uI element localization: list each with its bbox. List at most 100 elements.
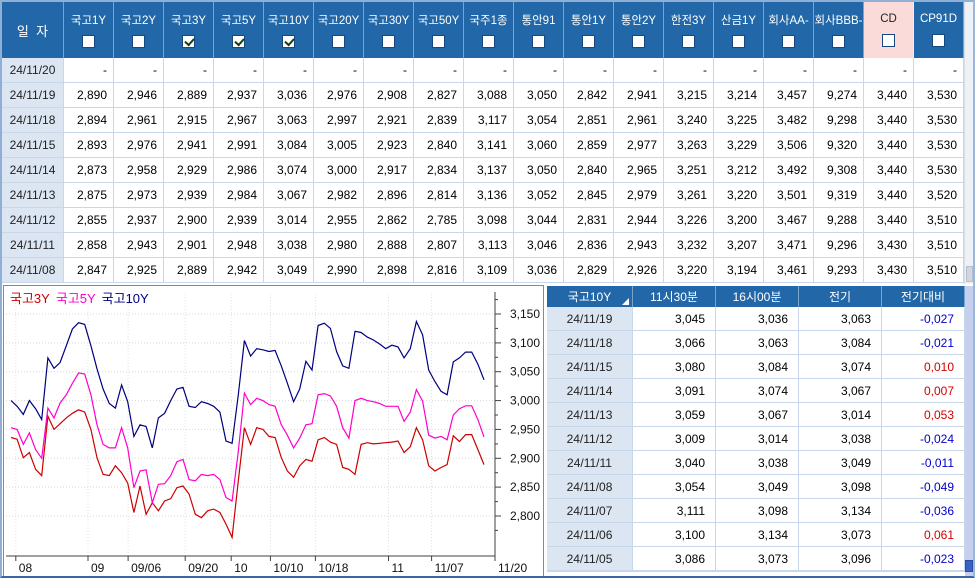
yield-cell: 2,831 <box>564 208 614 232</box>
column-checkbox-국고5Y[interactable] <box>232 35 245 48</box>
column-checkbox-국고20Y[interactable] <box>332 35 345 48</box>
svg-text:10/18: 10/18 <box>318 561 348 575</box>
scrollbar-thumb[interactable] <box>965 560 973 572</box>
column-header-통안2Y: 통안2Y <box>614 2 664 58</box>
yield-cell: 2,946 <box>114 83 164 107</box>
quote-header-4[interactable]: 전기대비 <box>882 286 965 307</box>
column-label: 국고50Y <box>417 15 460 27</box>
column-header-국고30Y: 국고30Y <box>364 2 414 58</box>
quote-row[interactable]: 24/11/05 3,086 3,073 3,096 -0,023 <box>547 547 965 571</box>
quote-row[interactable]: 24/11/08 3,054 3,049 3,098 -0,049 <box>547 475 965 499</box>
yield-cell: - <box>664 58 714 82</box>
svg-text:2,950: 2,950 <box>510 422 540 436</box>
yield-chart-panel: 국고3Y 국고5Y 국고10Y 3,150 3,100 3,050 3,000 2,950 2… <box>3 285 544 576</box>
quote-cell: 3,074 <box>799 355 882 378</box>
scrollbar-thumb[interactable] <box>966 266 973 282</box>
column-checkbox-국고2Y[interactable] <box>132 35 145 48</box>
table-row[interactable]: 24/11/14 2,873 2,958 2,929 2,986 3,074 3,000 2… <box>2 158 964 183</box>
quote-header-2[interactable]: 16시00분 <box>716 286 799 307</box>
row-date: 24/11/06 <box>547 523 633 546</box>
column-checkbox-국고1Y[interactable] <box>82 35 95 48</box>
table-row[interactable]: 24/11/11 2,858 2,943 2,901 2,948 3,038 2,980 2… <box>2 233 964 258</box>
table-row[interactable]: 24/11/13 2,875 2,973 2,939 2,984 3,067 2,982 2… <box>2 183 964 208</box>
quote-row[interactable]: 24/11/15 3,080 3,084 3,074 0,010 <box>547 355 965 379</box>
yield-cell: 2,915 <box>164 108 214 132</box>
column-checkbox-국고3Y[interactable] <box>182 35 195 48</box>
svg-text:09/20: 09/20 <box>188 561 218 575</box>
table-row[interactable]: 24/11/08 2,847 2,925 2,889 2,942 3,049 2,990 2… <box>2 258 964 283</box>
row-date: 24/11/14 <box>2 158 64 182</box>
column-checkbox-회사AA-[interactable] <box>782 35 795 48</box>
quote-row[interactable]: 24/11/06 3,100 3,134 3,073 0,061 <box>547 523 965 547</box>
yield-cell: - <box>614 58 664 82</box>
yield-cell: - <box>514 58 564 82</box>
yield-cell: 3,084 <box>264 133 314 157</box>
svg-text:10/10: 10/10 <box>273 561 303 575</box>
quote-row[interactable]: 24/11/11 3,040 3,038 3,049 -0,011 <box>547 451 965 475</box>
yield-cell: 3,440 <box>864 108 914 132</box>
column-header-회사AA-: 회사AA- <box>764 2 814 58</box>
sort-indicator-icon <box>622 298 629 305</box>
yield-cell: 3,220 <box>714 183 764 207</box>
quote-row[interactable]: 24/11/07 3,111 3,098 3,134 -0,036 <box>547 499 965 523</box>
quote-cell: 3,054 <box>633 475 716 498</box>
quote-row[interactable]: 24/11/12 3,009 3,014 3,038 -0,024 <box>547 427 965 451</box>
quote-row[interactable]: 24/11/14 3,091 3,074 3,067 0,007 <box>547 379 965 403</box>
change-cell: -0,021 <box>882 331 965 354</box>
column-header-한전3Y: 한전3Y <box>664 2 714 58</box>
column-checkbox-CD[interactable] <box>882 33 895 47</box>
table-row[interactable]: 24/11/15 2,893 2,976 2,941 2,991 3,084 3,005 2… <box>2 133 964 158</box>
top-table-scrollbar[interactable] <box>964 2 973 284</box>
yield-cell: 3,430 <box>864 258 914 282</box>
column-checkbox-통안91[interactable] <box>532 35 545 48</box>
row-date: 24/11/08 <box>2 258 64 282</box>
quote-header-3[interactable]: 전기 <box>799 286 882 307</box>
column-checkbox-국고10Y[interactable] <box>282 35 295 48</box>
yield-cell: 3,088 <box>464 83 514 107</box>
yield-cell: 2,901 <box>164 233 214 257</box>
table-row[interactable]: 24/11/12 2,855 2,937 2,900 2,939 3,014 2,955 2… <box>2 208 964 233</box>
column-label: 통안91 <box>521 15 556 27</box>
quote-cell: 3,059 <box>633 403 716 426</box>
column-checkbox-통안1Y[interactable] <box>582 35 595 48</box>
column-checkbox-국고50Y[interactable] <box>432 35 445 48</box>
change-cell: 0,007 <box>882 379 965 402</box>
yield-cell: 3,530 <box>914 133 964 157</box>
yield-cell: 3,492 <box>764 158 814 182</box>
yield-cell: - <box>814 58 864 82</box>
quote-row[interactable]: 24/11/13 3,059 3,067 3,014 0,053 <box>547 403 965 427</box>
table-row[interactable]: 24/11/20 ------------------ <box>2 58 964 83</box>
change-cell: -0,011 <box>882 451 965 474</box>
yield-cell: 9,293 <box>814 258 864 282</box>
column-checkbox-한전3Y[interactable] <box>682 35 695 48</box>
column-checkbox-회사BBB-[interactable] <box>832 35 845 48</box>
column-label: CD <box>880 13 897 26</box>
table-row[interactable]: 24/11/18 2,894 2,961 2,915 2,967 3,063 2,997 2… <box>2 108 964 133</box>
column-checkbox-통안2Y[interactable] <box>632 35 645 48</box>
quote-row[interactable]: 24/11/18 3,066 3,063 3,084 -0,021 <box>547 331 965 355</box>
yield-cell: 2,858 <box>64 233 114 257</box>
yield-cell: 3,240 <box>664 108 714 132</box>
column-checkbox-국고30Y[interactable] <box>382 35 395 48</box>
yield-cell: 2,941 <box>614 83 664 107</box>
svg-text:11: 11 <box>392 561 405 575</box>
quote-row[interactable]: 24/11/19 3,045 3,036 3,063 -0,027 <box>547 307 965 331</box>
column-checkbox-산금1Y[interactable] <box>732 35 745 48</box>
quote-cell: 3,100 <box>633 523 716 546</box>
yield-cell: 2,875 <box>64 183 114 207</box>
column-checkbox-CP91D[interactable] <box>932 33 945 47</box>
quote-header-0[interactable]: 국고10Y <box>547 286 633 307</box>
yield-cell: 3,520 <box>914 183 964 207</box>
quote-cell: 3,098 <box>716 499 799 522</box>
column-checkbox-국주1종[interactable] <box>482 35 495 48</box>
yield-cell: 2,840 <box>414 133 464 157</box>
quote-cell: 3,080 <box>633 355 716 378</box>
table-row[interactable]: 24/11/19 2,890 2,946 2,889 2,937 3,036 2,976 2… <box>2 83 964 108</box>
quote-table-scrollbar[interactable] <box>965 286 973 576</box>
yield-cell: 2,937 <box>214 83 264 107</box>
yield-cell: 2,889 <box>164 83 214 107</box>
quote-cell: 3,040 <box>633 451 716 474</box>
yield-cell: 2,785 <box>414 208 464 232</box>
yield-cell: 2,990 <box>314 258 364 282</box>
quote-header-1[interactable]: 11시30분 <box>633 286 716 307</box>
